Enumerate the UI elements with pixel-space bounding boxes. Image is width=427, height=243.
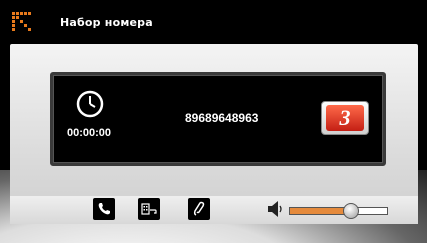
volume-fill: [290, 208, 351, 214]
dialpad-button[interactable]: [138, 198, 160, 220]
phone-button[interactable]: [188, 198, 210, 220]
clock-icon: [76, 90, 104, 118]
call-display: 00:00:00 89689648963 3: [50, 72, 386, 166]
phone-icon: [193, 201, 205, 216]
handset-icon: [98, 203, 110, 215]
phone-number: 89689648963: [185, 111, 259, 125]
header-bar: Набор номера: [0, 0, 427, 40]
contact-badge[interactable]: 3: [321, 101, 369, 135]
volume-icon: [268, 201, 282, 217]
dialpad-icon: [141, 203, 157, 215]
page-title: Набор номера: [60, 16, 153, 29]
call-timer: 00:00:00: [67, 127, 112, 139]
badge-label: 3: [326, 105, 364, 131]
volume-slider[interactable]: [289, 203, 388, 219]
volume-knob[interactable]: [343, 203, 360, 219]
app-logo-icon: [12, 12, 34, 34]
handset-button[interactable]: [93, 198, 115, 220]
